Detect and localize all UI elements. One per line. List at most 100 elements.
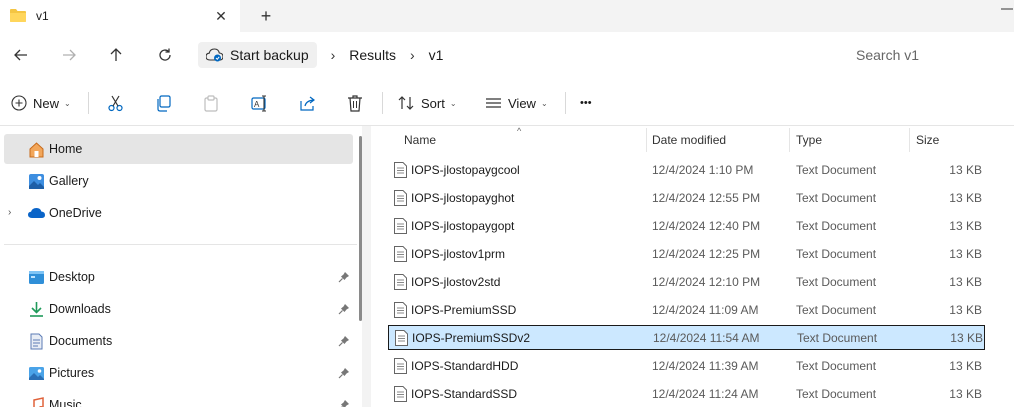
file-name: IOPS-jlostov2std bbox=[411, 275, 501, 289]
rename-icon[interactable]: A bbox=[251, 92, 269, 114]
share-icon[interactable] bbox=[299, 92, 316, 114]
text-document-icon bbox=[394, 302, 407, 318]
sort-label: Sort bbox=[421, 95, 445, 111]
back-arrow-icon[interactable] bbox=[10, 44, 32, 66]
view-button[interactable]: View ⌄ bbox=[485, 92, 548, 114]
file-size: 13 KB bbox=[949, 163, 982, 177]
new-tab-button[interactable]: + bbox=[256, 6, 276, 26]
chevron-right-icon[interactable]: › bbox=[331, 47, 336, 63]
column-divider[interactable] bbox=[646, 128, 647, 152]
sort-ascending-icon: ^ bbox=[517, 126, 522, 136]
sidebar-item-gallery[interactable]: Gallery bbox=[4, 166, 353, 196]
music-icon bbox=[28, 397, 45, 407]
chevron-down-icon: ⌄ bbox=[64, 98, 71, 108]
cloud-backup-icon bbox=[206, 48, 223, 62]
pin-icon[interactable] bbox=[338, 303, 350, 315]
new-button[interactable]: New ⌄ bbox=[11, 92, 71, 114]
file-row[interactable]: IOPS-StandardSSD 12/4/2024 11:24 AM Text… bbox=[388, 382, 985, 406]
file-type: Text Document bbox=[796, 359, 877, 373]
divider bbox=[382, 92, 383, 114]
pictures-icon bbox=[28, 365, 45, 382]
breadcrumb-start-backup[interactable]: Start backup bbox=[198, 42, 317, 68]
file-size: 13 KB bbox=[949, 303, 982, 317]
file-date: 12/4/2024 12:25 PM bbox=[652, 247, 761, 261]
folder-icon bbox=[10, 8, 26, 25]
chevron-right-icon[interactable]: › bbox=[410, 47, 415, 63]
breadcrumb-results[interactable]: Results bbox=[349, 47, 396, 63]
sidebar-scrollbar[interactable] bbox=[359, 136, 362, 321]
text-document-icon bbox=[394, 274, 407, 290]
file-type: Text Document bbox=[797, 331, 878, 345]
file-size: 13 KB bbox=[949, 191, 982, 205]
file-date: 12/4/2024 12:40 PM bbox=[652, 219, 761, 233]
column-divider[interactable] bbox=[789, 128, 790, 152]
column-header-name[interactable]: Name bbox=[404, 126, 436, 154]
close-tab-icon[interactable]: ✕ bbox=[213, 8, 229, 24]
divider bbox=[4, 244, 357, 245]
search-input[interactable]: Search v1 bbox=[846, 41, 1014, 69]
sidebar-item-label: Pictures bbox=[49, 366, 95, 380]
forward-arrow-icon[interactable] bbox=[58, 44, 80, 66]
tab-title: v1 bbox=[36, 9, 49, 23]
sidebar-item-desktop[interactable]: Desktop bbox=[4, 262, 353, 292]
file-date: 12/4/2024 11:54 AM bbox=[653, 331, 760, 345]
breadcrumb-v1[interactable]: v1 bbox=[429, 47, 444, 63]
file-row[interactable]: IOPS-StandardHDD 12/4/2024 11:39 AM Text… bbox=[388, 354, 985, 378]
copy-icon[interactable] bbox=[155, 92, 172, 114]
file-size: 13 KB bbox=[950, 331, 983, 345]
text-document-icon bbox=[394, 358, 407, 374]
pin-icon[interactable] bbox=[338, 271, 350, 283]
file-row[interactable]: IOPS-jlostopaygcool 12/4/2024 1:10 PM Te… bbox=[388, 158, 985, 182]
sidebar-item-documents[interactable]: Documents bbox=[4, 326, 353, 356]
sidebar-item-onedrive[interactable]: › OneDrive bbox=[4, 198, 353, 228]
file-row[interactable]: IOPS-jlostov2std 12/4/2024 12:10 PM Text… bbox=[388, 270, 985, 294]
sort-button[interactable]: Sort ⌄ bbox=[398, 92, 457, 114]
pin-icon[interactable] bbox=[338, 367, 350, 379]
file-row-selected[interactable]: IOPS-PremiumSSDv2 12/4/2024 11:54 AM Tex… bbox=[388, 325, 985, 350]
sidebar-item-music[interactable]: Music bbox=[4, 390, 353, 407]
file-row[interactable]: IOPS-jlostov1prm 12/4/2024 12:25 PM Text… bbox=[388, 242, 985, 266]
delete-icon[interactable] bbox=[347, 92, 363, 114]
sort-icon bbox=[398, 95, 415, 111]
more-options-icon[interactable]: ••• bbox=[580, 92, 592, 114]
divider bbox=[565, 92, 566, 114]
cloud-icon bbox=[28, 205, 45, 222]
file-type: Text Document bbox=[796, 219, 877, 233]
chevron-down-icon: ⌄ bbox=[540, 98, 548, 108]
file-row[interactable]: IOPS-jlostopayghot 12/4/2024 12:55 PM Te… bbox=[388, 186, 985, 210]
sidebar-item-pictures[interactable]: Pictures bbox=[4, 358, 353, 388]
pin-icon[interactable] bbox=[338, 399, 350, 407]
view-label: View bbox=[508, 95, 536, 111]
text-document-icon bbox=[394, 246, 407, 262]
file-type: Text Document bbox=[796, 191, 877, 205]
breadcrumb-label: Start backup bbox=[230, 47, 309, 63]
download-icon bbox=[28, 301, 45, 318]
sidebar-item-label: OneDrive bbox=[49, 206, 102, 220]
up-arrow-icon[interactable] bbox=[105, 44, 127, 66]
column-header-size[interactable]: Size bbox=[916, 126, 939, 154]
file-name: IOPS-StandardHDD bbox=[411, 359, 519, 373]
chevron-right-icon[interactable]: › bbox=[8, 207, 11, 218]
pin-icon[interactable] bbox=[338, 335, 350, 347]
file-name: IOPS-jlostov1prm bbox=[411, 247, 506, 261]
sidebar-item-home[interactable]: Home bbox=[4, 134, 353, 164]
file-row[interactable]: IOPS-PremiumSSD 12/4/2024 11:09 AM Text … bbox=[388, 298, 985, 322]
file-name: IOPS-PremiumSSD bbox=[411, 303, 517, 317]
home-icon bbox=[28, 141, 45, 158]
cut-icon[interactable] bbox=[107, 92, 124, 114]
column-header-type[interactable]: Type bbox=[796, 126, 822, 154]
column-divider[interactable] bbox=[909, 128, 910, 152]
file-date: 12/4/2024 1:10 PM bbox=[652, 163, 754, 177]
paste-icon[interactable] bbox=[203, 92, 220, 114]
file-date: 12/4/2024 12:10 PM bbox=[652, 275, 761, 289]
refresh-icon[interactable] bbox=[154, 44, 176, 66]
minimize-icon[interactable] bbox=[1000, 2, 1014, 16]
command-bar: New ⌄ A Sort ⌄ View ⌄ ••• bbox=[0, 78, 1014, 126]
view-icon bbox=[485, 95, 502, 111]
column-header-date[interactable]: Date modified bbox=[652, 126, 726, 154]
file-type: Text Document bbox=[796, 247, 877, 261]
sidebar-item-label: Documents bbox=[49, 334, 113, 348]
sidebar-item-downloads[interactable]: Downloads bbox=[4, 294, 353, 324]
tab-v1[interactable]: v1 ✕ bbox=[0, 0, 240, 32]
file-row[interactable]: IOPS-jlostopaygopt 12/4/2024 12:40 PM Te… bbox=[388, 214, 985, 238]
